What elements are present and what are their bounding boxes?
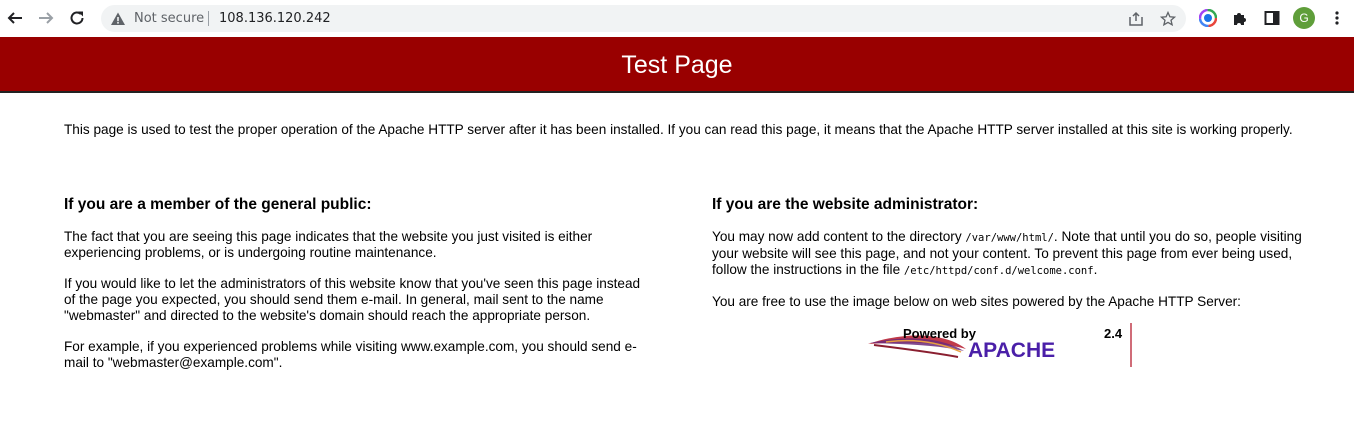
public-paragraph-3: For example, if you experienced problems… (64, 339, 637, 370)
apache-text: APACHE (968, 339, 1055, 362)
profile-avatar[interactable]: G (1293, 7, 1315, 29)
arrow-right-icon (39, 12, 54, 24)
powered-by-text: Powered by (903, 326, 977, 341)
browser-toolbar: Not secure 108.136.120.242 G (0, 0, 1354, 37)
arrow-left-icon (7, 12, 22, 24)
more-menu-icon[interactable] (1327, 8, 1347, 28)
public-heading: If you are a member of the general publi… (64, 196, 372, 213)
extension-colorful-icon[interactable] (1198, 8, 1218, 28)
admin-heading: If you are the website administrator: (712, 196, 979, 213)
reload-icon (70, 11, 84, 25)
public-section: If you are a member of the general publi… (64, 196, 644, 386)
side-panel-icon[interactable] (1262, 8, 1282, 28)
apache-version: 2.4 (1104, 326, 1123, 341)
public-paragraph-1: The fact that you are seeing this page i… (64, 229, 593, 260)
public-paragraph-2: If you would like to let the administrat… (64, 276, 641, 323)
forward-button[interactable] (35, 7, 57, 29)
page-header: Test Page (0, 37, 1354, 93)
back-button[interactable] (4, 7, 26, 29)
admin-text-c: . (1093, 262, 1098, 277)
address-bar[interactable]: Not secure 108.136.120.242 (101, 5, 1186, 32)
reload-button[interactable] (66, 7, 88, 29)
security-status[interactable]: Not secure (134, 10, 204, 27)
url-text[interactable]: 108.136.120.242 (219, 10, 331, 27)
welcome-conf-path: /etc/httpd/conf.d/welcome.conf (903, 265, 1094, 277)
page-title: Test Page (621, 51, 733, 79)
powered-by-apache-logo: Powered by APACHE 2.4 (868, 323, 1132, 367)
divider (208, 11, 209, 26)
admin-text-a: You may now add content to the directory (712, 229, 966, 244)
admin-section: If you are the website administrator: Yo… (712, 196, 1302, 325)
warning-icon[interactable] (110, 11, 126, 27)
share-icon[interactable] (1127, 10, 1145, 28)
admin-paragraph-1: You may now add content to the directory… (712, 229, 1302, 279)
admin-paragraph-2: You are free to use the image below on w… (712, 294, 1241, 309)
extensions-puzzle-icon[interactable] (1230, 8, 1250, 28)
document-root-path: /var/www/html/ (965, 232, 1054, 244)
intro-text: This page is used to test the proper ope… (64, 122, 1293, 137)
star-icon[interactable] (1159, 10, 1177, 28)
